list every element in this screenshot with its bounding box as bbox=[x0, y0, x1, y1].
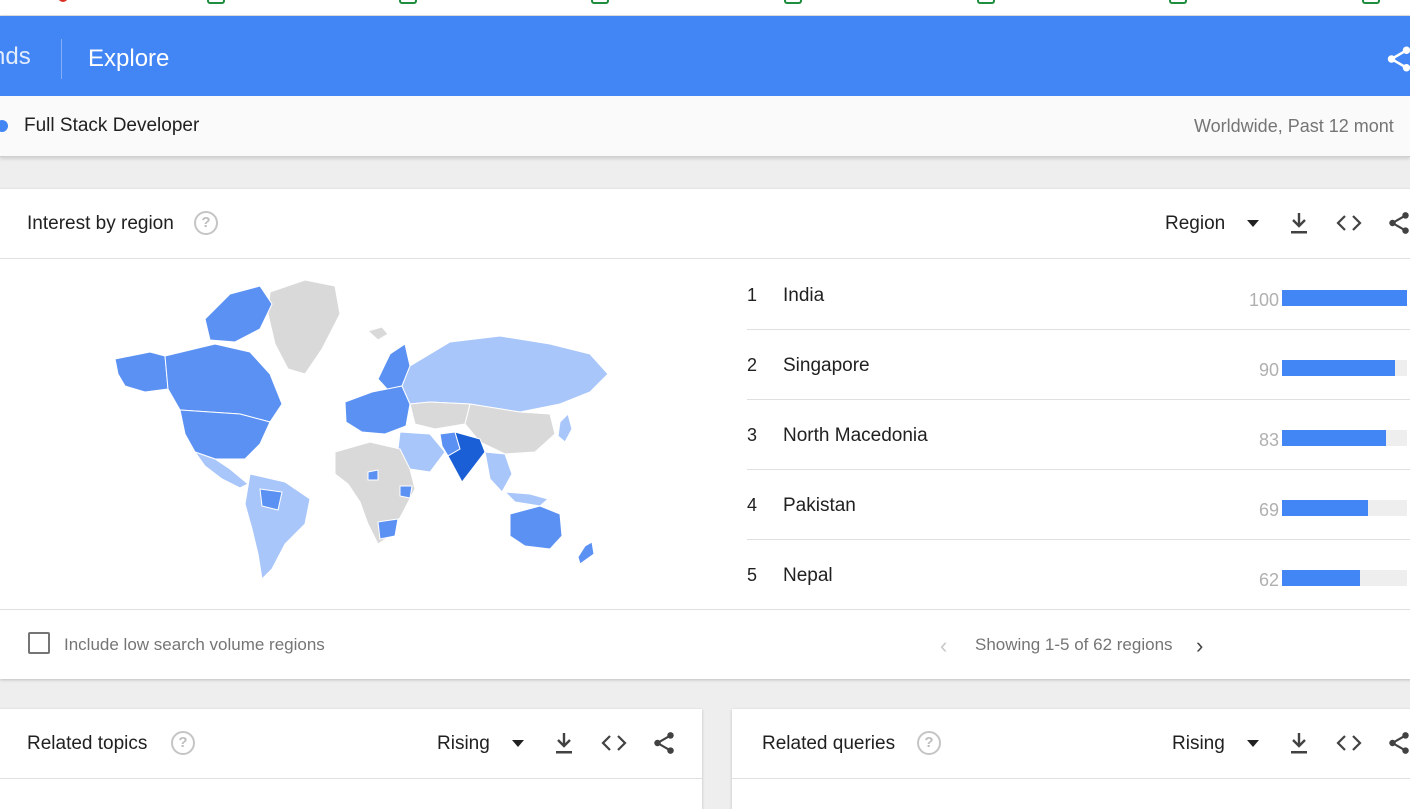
region-row[interactable]: 3 North Macedonia 83 bbox=[747, 399, 1410, 470]
map-region-australia[interactable] bbox=[509, 505, 563, 550]
app-header: nds Explore bbox=[0, 16, 1410, 96]
page-title: Explore bbox=[88, 45, 170, 72]
map-region-south-africa[interactable] bbox=[377, 518, 399, 540]
help-icon[interactable]: ? bbox=[917, 731, 941, 755]
region-rank: 1 bbox=[747, 285, 758, 305]
interest-by-region-card: Interest by region ? Region 1 India 100 … bbox=[0, 189, 1410, 679]
region-name[interactable]: India bbox=[783, 285, 824, 307]
rising-dropdown[interactable]: Rising bbox=[1172, 733, 1225, 755]
related-queries-card: Related queries ? Rising bbox=[732, 709, 1410, 809]
region-bar-track bbox=[1282, 290, 1407, 306]
bookmark-icon[interactable] bbox=[784, 0, 802, 4]
divider bbox=[0, 778, 702, 779]
map-region-japan[interactable] bbox=[557, 413, 573, 443]
region-value: 62 bbox=[1258, 570, 1279, 590]
region-value: 83 bbox=[1258, 430, 1279, 450]
dropdown-arrow-icon[interactable] bbox=[512, 740, 524, 747]
bookmark-strip bbox=[0, 0, 1410, 16]
map-region-russia[interactable] bbox=[401, 335, 609, 413]
region-rank: 3 bbox=[747, 425, 758, 445]
region-name[interactable]: Nepal bbox=[783, 565, 833, 587]
world-map[interactable] bbox=[110, 274, 615, 589]
bookmark-icon[interactable] bbox=[58, 0, 68, 2]
map-region-south-america[interactable] bbox=[244, 473, 311, 581]
map-region-greenland[interactable] bbox=[267, 279, 341, 375]
dropdown-arrow-icon[interactable] bbox=[1247, 220, 1259, 227]
search-term-label[interactable]: Full Stack Developer bbox=[24, 115, 199, 137]
map-region-alaska[interactable] bbox=[114, 351, 169, 393]
region-bar-track bbox=[1282, 500, 1407, 516]
card-title: Related topics bbox=[27, 733, 148, 754]
region-value: 90 bbox=[1258, 360, 1279, 380]
map-region-southeast-asia[interactable] bbox=[484, 451, 513, 493]
divider bbox=[732, 778, 1410, 779]
map-region-iceland[interactable] bbox=[366, 326, 389, 341]
bookmark-icon[interactable] bbox=[591, 0, 609, 4]
download-icon[interactable] bbox=[553, 731, 575, 755]
brand-logo[interactable]: nds bbox=[0, 43, 31, 71]
download-icon[interactable] bbox=[1288, 731, 1310, 755]
region-bar-track bbox=[1282, 570, 1407, 586]
region-rank: 2 bbox=[747, 355, 758, 375]
low-volume-checkbox[interactable] bbox=[28, 632, 50, 654]
help-icon[interactable]: ? bbox=[171, 731, 195, 755]
region-rank: 4 bbox=[747, 495, 758, 515]
region-bar bbox=[1282, 500, 1369, 516]
share-icon[interactable] bbox=[651, 730, 677, 756]
region-rank: 5 bbox=[747, 565, 758, 585]
header-divider bbox=[61, 39, 62, 79]
map-region-europe[interactable] bbox=[344, 385, 411, 435]
term-color-dot bbox=[0, 120, 8, 132]
region-bar bbox=[1282, 430, 1386, 446]
map-region-central-asia[interactable] bbox=[409, 401, 471, 430]
pager-status: Showing 1-5 of 62 regions bbox=[975, 635, 1173, 654]
search-term-bar: Full Stack Developer Worldwide, Past 12 … bbox=[0, 96, 1410, 157]
card-title: Interest by region bbox=[27, 213, 174, 234]
rising-dropdown[interactable]: Rising bbox=[437, 733, 490, 755]
dropdown-arrow-icon[interactable] bbox=[1247, 740, 1259, 747]
region-bar-track bbox=[1282, 430, 1407, 446]
region-row[interactable]: 5 Nepal 62 bbox=[747, 539, 1410, 609]
related-topics-card: Related topics ? Rising bbox=[0, 709, 702, 809]
region-value: 69 bbox=[1258, 500, 1279, 520]
bookmark-icon[interactable] bbox=[1169, 0, 1187, 4]
resolution-dropdown[interactable]: Region bbox=[1165, 213, 1225, 235]
region-row[interactable]: 1 India 100 bbox=[747, 259, 1410, 330]
map-region-new-zealand[interactable] bbox=[577, 541, 595, 565]
low-volume-label[interactable]: Include low search volume regions bbox=[64, 635, 325, 655]
map-region-canada-islands[interactable] bbox=[204, 285, 273, 343]
map-region-indonesia[interactable] bbox=[503, 491, 550, 507]
region-row[interactable]: 2 Singapore 90 bbox=[747, 329, 1410, 400]
region-bar bbox=[1282, 570, 1360, 586]
bookmark-icon[interactable] bbox=[399, 0, 417, 4]
share-icon[interactable] bbox=[1386, 210, 1410, 236]
help-icon[interactable]: ? bbox=[194, 211, 218, 235]
divider bbox=[0, 609, 1410, 610]
region-value: 100 bbox=[1248, 290, 1279, 310]
region-bar bbox=[1282, 360, 1395, 376]
region-bar-track bbox=[1282, 360, 1407, 376]
card-title: Related queries bbox=[762, 733, 896, 754]
share-icon[interactable] bbox=[1386, 730, 1410, 756]
region-name[interactable]: Singapore bbox=[783, 355, 870, 377]
embed-code-icon[interactable] bbox=[601, 733, 627, 753]
region-row[interactable]: 4 Pakistan 69 bbox=[747, 469, 1410, 540]
bookmark-icon[interactable] bbox=[207, 0, 225, 4]
share-icon[interactable] bbox=[1384, 44, 1410, 74]
region-name[interactable]: North Macedonia bbox=[783, 425, 928, 447]
pager-next-button[interactable]: › bbox=[1196, 633, 1203, 659]
map-region-nigeria[interactable] bbox=[367, 469, 379, 481]
bookmark-icon[interactable] bbox=[1362, 0, 1380, 4]
embed-code-icon[interactable] bbox=[1336, 213, 1362, 233]
download-icon[interactable] bbox=[1288, 211, 1310, 235]
map-region-kenya[interactable] bbox=[399, 485, 413, 499]
pager-prev-button[interactable]: ‹ bbox=[940, 633, 947, 659]
search-term-meta[interactable]: Worldwide, Past 12 mont bbox=[1194, 116, 1394, 137]
region-bar bbox=[1282, 290, 1407, 306]
bookmark-icon[interactable] bbox=[977, 0, 995, 4]
embed-code-icon[interactable] bbox=[1336, 733, 1362, 753]
region-name[interactable]: Pakistan bbox=[783, 495, 856, 517]
